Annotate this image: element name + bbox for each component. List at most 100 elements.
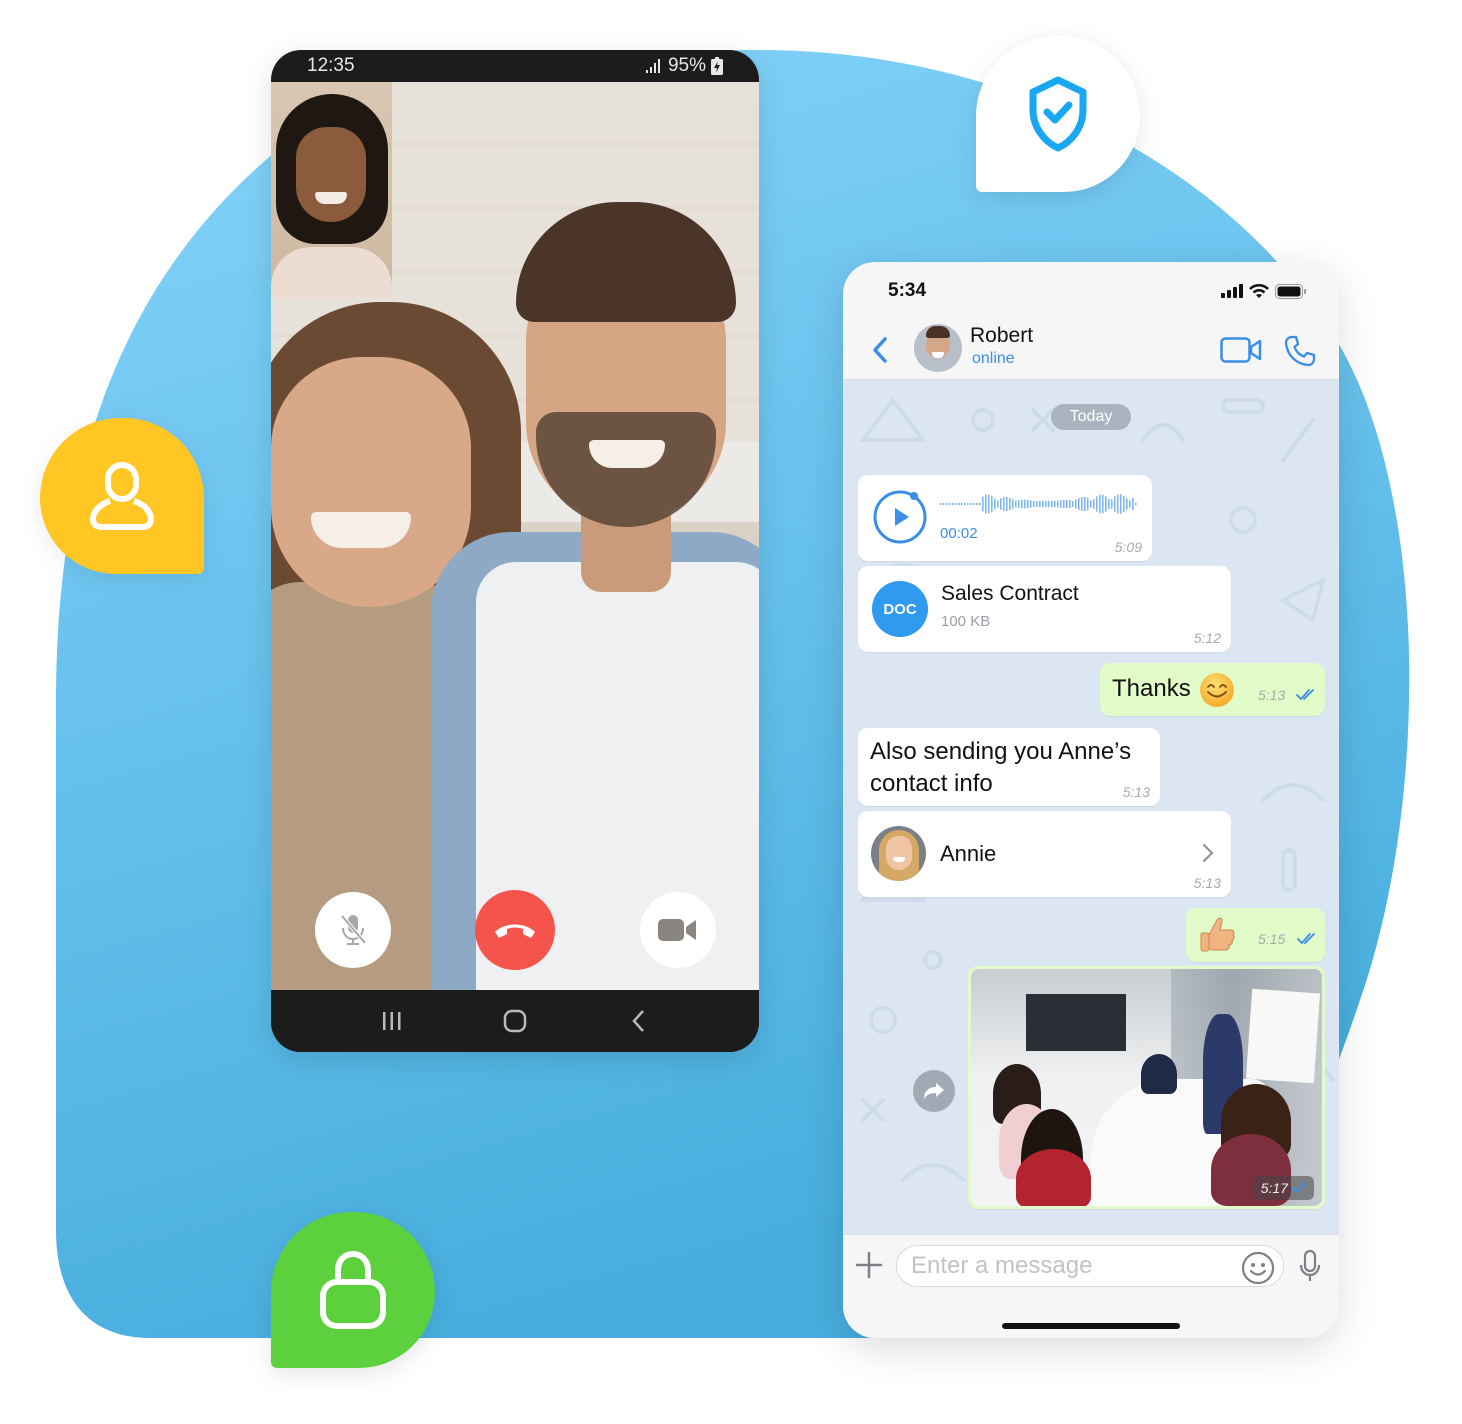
chat-header: Robert online (843, 320, 1339, 380)
contact-status: online (972, 350, 1015, 367)
thumbs-up-emoji (1200, 917, 1235, 952)
read-receipt-icon (1297, 933, 1315, 945)
forward-button[interactable] (913, 1070, 955, 1112)
waveform-bar (973, 503, 975, 505)
waveform-bar (1057, 500, 1059, 508)
user-icon (90, 462, 154, 530)
waveform-bar (1018, 500, 1020, 508)
camera-toggle-button[interactable] (640, 892, 716, 968)
message-text: Also sending you Anne’s contact info (870, 738, 1132, 797)
message-time: 5:12 (1193, 630, 1221, 646)
waveform-bar (1039, 500, 1041, 508)
home-button[interactable] (495, 1001, 535, 1041)
signal-icon (645, 59, 660, 73)
message-time: 5:15 (1258, 931, 1286, 947)
waveform-bar (967, 503, 969, 505)
waveform-bar (1030, 500, 1032, 508)
waveform-bar (1108, 499, 1110, 509)
recents-button[interactable] (372, 1001, 412, 1041)
waveform-bar (1105, 496, 1107, 512)
waveform-bar (970, 503, 972, 505)
audio-duration: 00:02 (940, 525, 978, 542)
lock-icon (320, 1250, 386, 1329)
incoming-text-message[interactable]: Also sending you Anne’s contact info 5:1… (858, 728, 1160, 806)
status-time: 12:35 (307, 55, 355, 76)
waveform-bar (1042, 500, 1044, 508)
shared-contact-name: Annie (940, 841, 997, 866)
waveform-bar (964, 503, 966, 505)
plus-icon[interactable] (855, 1251, 883, 1279)
waveform-bar (994, 498, 996, 510)
waveform-bar (1132, 497, 1134, 511)
waveform-bar (1051, 500, 1053, 508)
audio-waveform[interactable] (940, 491, 1140, 517)
end-call-button[interactable] (475, 890, 555, 970)
waveform-bar (961, 503, 963, 505)
android-status-bar: 12:35 95% (271, 50, 759, 82)
chat-message-list[interactable]: Today 00:02 5:09 DOC Sales Contract 100 … (843, 380, 1339, 1234)
date-separator: Today (1051, 404, 1131, 430)
microphone-icon[interactable] (1299, 1249, 1321, 1283)
android-nav-bar (271, 990, 759, 1052)
contact-avatar (871, 826, 926, 881)
waveform-bar (1102, 494, 1104, 514)
message-input[interactable] (896, 1245, 1284, 1287)
back-button[interactable] (618, 1001, 658, 1041)
self-view-thumbnail[interactable] (271, 82, 392, 298)
waveform-bar (955, 503, 957, 505)
photo-message[interactable]: 5:17 (968, 966, 1325, 1209)
document-message[interactable]: DOC Sales Contract 100 KB 5:12 (858, 566, 1231, 652)
waveform-bar (1027, 500, 1029, 508)
waveform-bar (1096, 496, 1098, 512)
waveform-bar (1084, 497, 1086, 511)
contact-name[interactable]: Robert (970, 324, 1033, 348)
voice-call-button[interactable] (1283, 334, 1317, 368)
waveform-bar (979, 503, 981, 505)
home-icon (503, 1009, 527, 1033)
contact-card-message[interactable]: Annie 5:13 (858, 811, 1231, 897)
ios-chat-phone: 5:34 Robert online Today 00:02 5:09 DOC … (843, 262, 1339, 1338)
outgoing-emoji-message[interactable]: 5:15 (1186, 908, 1325, 962)
waveform-bar (1075, 499, 1077, 509)
message-time: 5:17 (1260, 1180, 1288, 1196)
waveform-bar (982, 496, 984, 512)
play-icon[interactable] (872, 489, 928, 545)
waveform-bar (1129, 500, 1131, 508)
home-indicator[interactable] (1002, 1323, 1180, 1329)
waveform-bar (958, 503, 960, 505)
waveform-bar (991, 496, 993, 512)
waveform-bar (1135, 503, 1137, 505)
back-button[interactable] (865, 334, 895, 366)
waveform-bar (949, 503, 951, 505)
message-time: 5:13 (1193, 875, 1221, 891)
waveform-bar (943, 503, 945, 505)
ios-status-bar: 5:34 (843, 262, 1339, 320)
message-composer (843, 1234, 1339, 1338)
waveform-bar (1093, 498, 1095, 510)
waveform-bar (1024, 499, 1026, 509)
mute-button[interactable] (315, 892, 391, 968)
photo-thumbnail[interactable]: 5:17 (971, 969, 1322, 1206)
contact-avatar[interactable] (914, 324, 962, 372)
chevron-right-icon[interactable] (1201, 843, 1215, 863)
waveform-bar (1069, 500, 1071, 508)
smiling-face-emoji (1200, 673, 1234, 707)
waveform-bar (1066, 499, 1068, 509)
outgoing-text-message[interactable]: Thanks 5:13 (1100, 663, 1325, 716)
waveform-bar (1003, 497, 1005, 511)
waveform-bar (1087, 498, 1089, 510)
waveform-bar (976, 503, 978, 505)
waveform-bar (1021, 499, 1023, 509)
voice-message[interactable]: 00:02 5:09 (858, 475, 1152, 561)
waveform-bar (1054, 500, 1056, 508)
waveform-bar (1114, 496, 1116, 512)
waveform-bar (1099, 494, 1101, 514)
waveform-bar (1012, 499, 1014, 509)
battery-charging-icon (711, 57, 723, 75)
back-icon (631, 1010, 644, 1032)
read-receipt-icon (1296, 689, 1314, 701)
emoji-icon[interactable] (1241, 1251, 1275, 1285)
waveform-bar (1078, 498, 1080, 510)
video-call-button[interactable] (1219, 334, 1263, 366)
android-video-call-phone: 12:35 95% (271, 50, 759, 1052)
